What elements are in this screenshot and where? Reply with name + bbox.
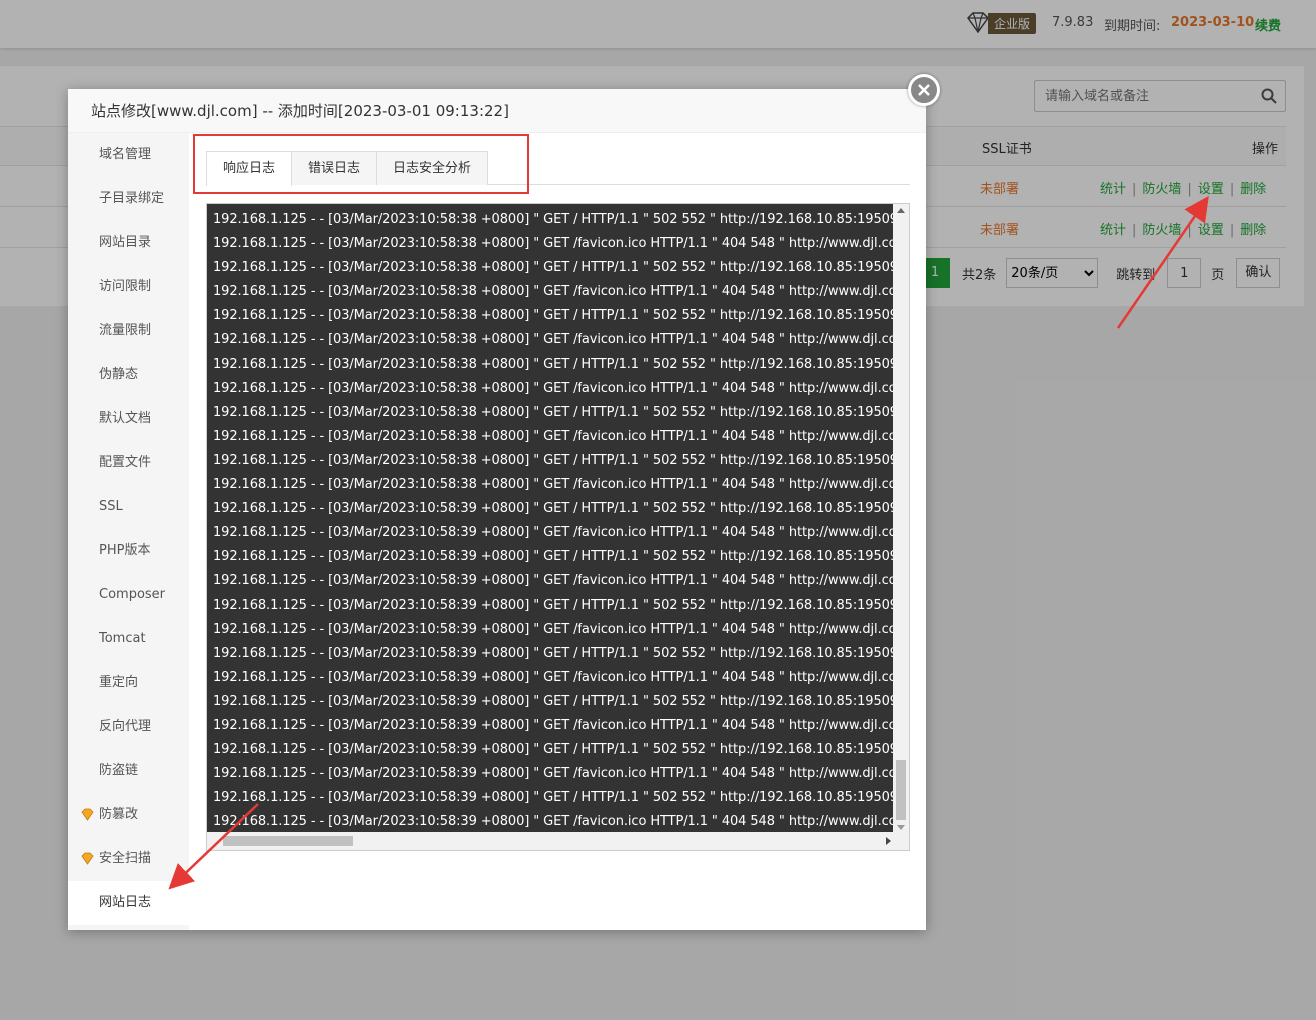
side-menu-label: Composer — [99, 587, 166, 602]
log-line: 192.168.1.125 - - [03/Mar/2023:10:58:38 … — [213, 428, 893, 444]
side-menu-label: 安全扫描 — [99, 851, 152, 866]
side-menu-item[interactable]: 防篡改 — [68, 793, 189, 837]
vertical-scrollbar[interactable] — [893, 204, 909, 834]
tabs-highlight-box — [193, 134, 529, 194]
side-menu-item[interactable]: 默认文档 — [68, 397, 189, 441]
close-button[interactable] — [908, 74, 940, 106]
side-menu-item[interactable]: Tomcat — [68, 617, 189, 661]
log-line: 192.168.1.125 - - [03/Mar/2023:10:58:39 … — [213, 549, 893, 565]
side-menu-item[interactable]: 子目录绑定 — [68, 177, 189, 221]
log-line: 192.168.1.125 - - [03/Mar/2023:10:58:39 … — [213, 501, 893, 517]
log-line: 192.168.1.125 - - [03/Mar/2023:10:58:39 … — [213, 814, 893, 830]
log-body: 192.168.1.125 - - [03/Mar/2023:10:58:38 … — [207, 204, 893, 834]
log-line: 192.168.1.125 - - [03/Mar/2023:10:58:39 … — [213, 597, 893, 613]
log-line: 192.168.1.125 - - [03/Mar/2023:10:58:38 … — [213, 236, 893, 252]
side-menu-item[interactable]: 访问限制 — [68, 265, 189, 309]
side-menu-label: 默认文档 — [99, 411, 152, 426]
side-menu-label: 防盗链 — [99, 763, 139, 778]
side-menu-item[interactable]: SSL — [68, 485, 189, 529]
log-line: 192.168.1.125 - - [03/Mar/2023:10:58:39 … — [213, 669, 893, 685]
log-line: 192.168.1.125 - - [03/Mar/2023:10:58:39 … — [213, 525, 893, 541]
side-menu-label: 网站目录 — [99, 235, 152, 250]
side-menu-label: SSL — [99, 499, 123, 514]
hscroll-thumb[interactable] — [223, 836, 353, 846]
side-menu-item[interactable]: 安全扫描 — [68, 837, 189, 881]
side-menu-label: 防篡改 — [99, 807, 139, 822]
gem-icon — [81, 808, 94, 821]
log-line: 192.168.1.125 - - [03/Mar/2023:10:58:38 … — [213, 452, 893, 468]
scroll-thumb[interactable] — [896, 760, 906, 820]
modal-title: 站点修改[www.djl.com] -- 添加时间[2023-03-01 09:… — [68, 89, 926, 133]
modal-content: 响应日志 错误日志 日志安全分析 192.168.1.125 - - [03/Mar… — [206, 133, 910, 930]
log-line: 192.168.1.125 - - [03/Mar/2023:10:58:39 … — [213, 573, 893, 589]
log-line: 192.168.1.125 - - [03/Mar/2023:10:58:38 … — [213, 380, 893, 396]
log-viewer[interactable]: 192.168.1.125 - - [03/Mar/2023:10:58:38 … — [206, 203, 910, 851]
side-menu-label: 反向代理 — [99, 719, 152, 734]
log-line: 192.168.1.125 - - [03/Mar/2023:10:58:39 … — [213, 790, 893, 806]
gem-icon — [81, 852, 94, 865]
horizontal-scrollbar[interactable] — [207, 832, 909, 850]
log-line: 192.168.1.125 - - [03/Mar/2023:10:58:38 … — [213, 477, 893, 493]
side-menu-label: 域名管理 — [99, 147, 152, 162]
log-line: 192.168.1.125 - - [03/Mar/2023:10:58:38 … — [213, 212, 893, 227]
side-menu-item[interactable]: 重定向 — [68, 661, 189, 705]
side-menu-item[interactable]: 网站日志 — [68, 881, 189, 925]
log-line: 192.168.1.125 - - [03/Mar/2023:10:58:38 … — [213, 260, 893, 276]
side-menu-item[interactable]: Composer — [68, 573, 189, 617]
log-line: 192.168.1.125 - - [03/Mar/2023:10:58:39 … — [213, 645, 893, 661]
log-line: 192.168.1.125 - - [03/Mar/2023:10:58:39 … — [213, 717, 893, 733]
scroll-up-icon[interactable] — [897, 208, 905, 213]
side-menu-label: PHP版本 — [99, 543, 151, 558]
log-line: 192.168.1.125 - - [03/Mar/2023:10:58:39 … — [213, 693, 893, 709]
side-menu-item[interactable]: 网站目录 — [68, 221, 189, 265]
side-menu-label: 重定向 — [99, 675, 139, 690]
log-line: 192.168.1.125 - - [03/Mar/2023:10:58:38 … — [213, 284, 893, 300]
site-edit-modal: 站点修改[www.djl.com] -- 添加时间[2023-03-01 09:… — [68, 89, 926, 930]
scroll-down-icon[interactable] — [897, 825, 905, 830]
side-menu-item[interactable]: 域名管理 — [68, 133, 189, 177]
log-line: 192.168.1.125 - - [03/Mar/2023:10:58:39 … — [213, 742, 893, 758]
side-menu-label: Tomcat — [99, 631, 146, 646]
side-menu-item[interactable]: 配置文件 — [68, 441, 189, 485]
log-line: 192.168.1.125 - - [03/Mar/2023:10:58:39 … — [213, 621, 893, 637]
side-menu-label: 配置文件 — [99, 455, 152, 470]
modal-side-menu: 域名管理子目录绑定网站目录访问限制流量限制伪静态默认文档配置文件 SSL PHP版本… — [68, 133, 189, 930]
side-menu-item[interactable]: 伪静态 — [68, 353, 189, 397]
side-menu-label: 伪静态 — [99, 367, 139, 382]
log-line: 192.168.1.125 - - [03/Mar/2023:10:58:38 … — [213, 308, 893, 324]
log-line: 192.168.1.125 - - [03/Mar/2023:10:58:39 … — [213, 766, 893, 782]
side-menu-label: 网站日志 — [99, 895, 152, 910]
log-line: 192.168.1.125 - - [03/Mar/2023:10:58:38 … — [213, 356, 893, 372]
side-menu-label: 子目录绑定 — [99, 191, 165, 206]
side-menu-item[interactable]: PHP版本 — [68, 529, 189, 573]
side-menu-item[interactable]: 防盗链 — [68, 749, 189, 793]
scroll-right-icon[interactable] — [886, 837, 891, 845]
log-line: 192.168.1.125 - - [03/Mar/2023:10:58:38 … — [213, 332, 893, 348]
log-line: 192.168.1.125 - - [03/Mar/2023:10:58:38 … — [213, 404, 893, 420]
side-menu-label: 访问限制 — [99, 279, 152, 294]
close-icon — [918, 84, 930, 96]
side-menu-item[interactable]: 反向代理 — [68, 705, 189, 749]
side-menu-label: 流量限制 — [99, 323, 152, 338]
side-menu-item[interactable]: 流量限制 — [68, 309, 189, 353]
